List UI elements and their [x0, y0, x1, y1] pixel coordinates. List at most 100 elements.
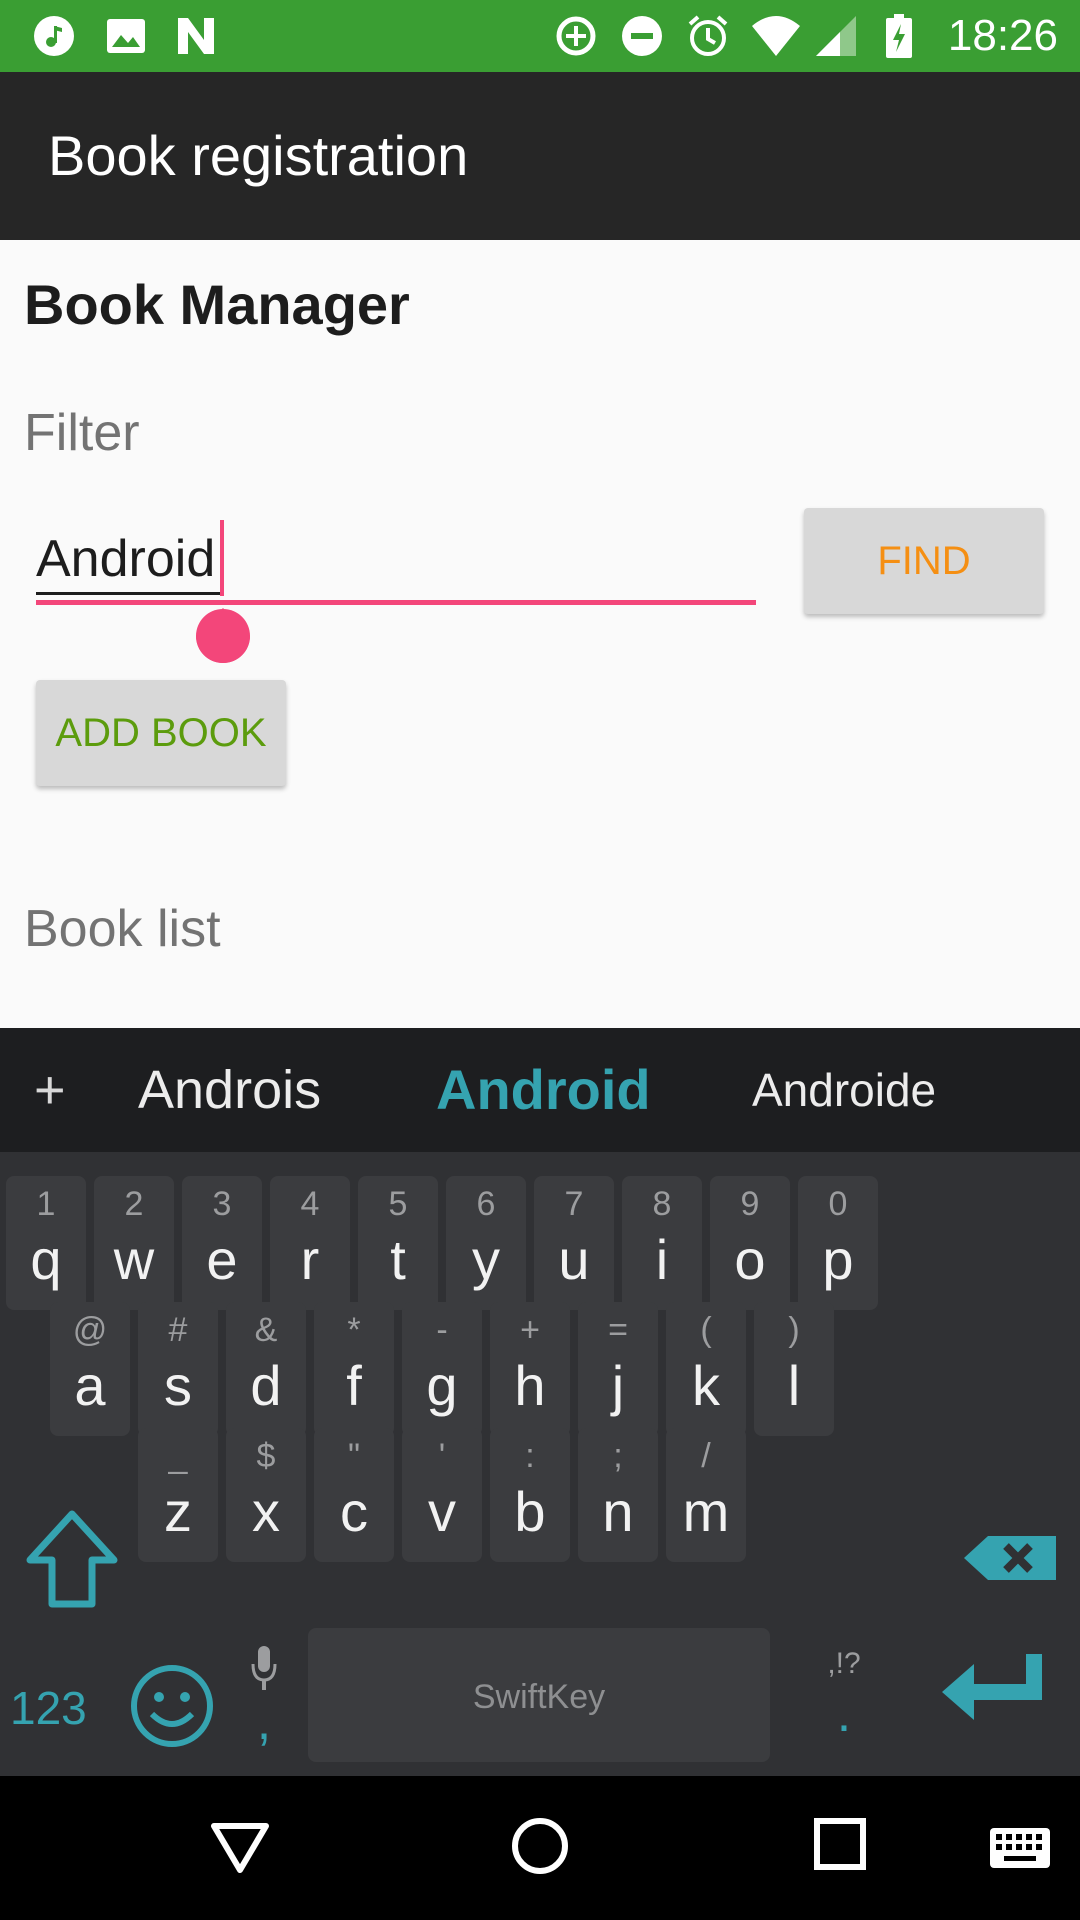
swiftkey-logo: SwiftKey: [472, 1678, 606, 1716]
key-primary-label: s: [164, 1354, 192, 1417]
key-v[interactable]: ' v: [402, 1428, 482, 1562]
music-note-icon: [34, 16, 74, 56]
key-secondary-label: #: [168, 1311, 188, 1349]
key-h[interactable]: + h: [490, 1302, 570, 1436]
key-secondary-label: (: [700, 1311, 712, 1349]
key-secondary-label: 9: [740, 1185, 760, 1223]
key-primary-label: z: [164, 1480, 192, 1543]
key-u[interactable]: 7u: [534, 1176, 614, 1310]
key-primary-label: d: [250, 1354, 282, 1417]
key-secondary-label: ': [438, 1437, 446, 1475]
key-secondary-label: /: [701, 1437, 711, 1475]
key-secondary-label: ): [788, 1311, 800, 1349]
comma-key[interactable]: ,: [236, 1644, 292, 1774]
key-secondary-label: *: [347, 1311, 361, 1349]
home-icon[interactable]: [510, 1816, 570, 1876]
key-n[interactable]: ; n: [578, 1428, 658, 1562]
filter-input-text: Android: [36, 530, 216, 588]
key-secondary-label: -: [436, 1311, 448, 1349]
do-not-disturb-icon: [622, 16, 662, 56]
key-b[interactable]: :b: [490, 1428, 570, 1562]
key-primary-label: w: [113, 1228, 155, 1291]
key-secondary-label: 0: [828, 1185, 848, 1223]
book-list-label: Book list: [24, 900, 221, 958]
key-o[interactable]: 9o: [710, 1176, 790, 1310]
key-primary-label: n: [602, 1480, 634, 1543]
backspace-key[interactable]: [960, 1508, 1060, 1612]
key-l[interactable]: ) l: [754, 1302, 834, 1436]
key-secondary-label: ": [347, 1437, 361, 1475]
status-bar: 18:26: [0, 0, 1080, 72]
comma-label: ,: [256, 1693, 272, 1751]
filter-input[interactable]: Android: [36, 520, 756, 610]
keyboard-switch-icon[interactable]: [988, 1826, 1052, 1870]
key-k[interactable]: (k: [666, 1302, 746, 1436]
key-secondary-label: 8: [652, 1185, 672, 1223]
key-primary-label: p: [822, 1228, 854, 1291]
page-heading: Book Manager: [24, 273, 410, 336]
key-d[interactable]: & d: [226, 1302, 306, 1436]
suggestion-left[interactable]: Androis: [138, 1052, 321, 1128]
space-key[interactable]: SwiftKey: [308, 1628, 770, 1762]
suggestion-right[interactable]: Androide: [752, 1052, 936, 1128]
suggestion-add-button[interactable]: +: [34, 1052, 66, 1128]
key-primary-label: t: [390, 1228, 406, 1291]
key-primary-label: h: [514, 1354, 546, 1417]
key-t[interactable]: 5t: [358, 1176, 438, 1310]
back-icon[interactable]: [210, 1816, 270, 1876]
shift-key[interactable]: [22, 1504, 122, 1624]
key-primary-label: m: [682, 1480, 730, 1543]
numbers-key[interactable]: 123: [10, 1668, 87, 1748]
composing-underline: [36, 592, 222, 595]
key-r[interactable]: 4r: [270, 1176, 350, 1310]
recents-icon[interactable]: [814, 1818, 866, 1870]
key-g[interactable]: -g: [402, 1302, 482, 1436]
key-f[interactable]: * f: [314, 1302, 394, 1436]
key-a[interactable]: @ a: [50, 1302, 130, 1436]
emoji-icon[interactable]: [128, 1662, 216, 1750]
period-label: .: [836, 1685, 852, 1743]
key-primary-label: e: [206, 1228, 238, 1291]
key-z[interactable]: _ z: [138, 1428, 218, 1562]
cursor-handle[interactable]: [192, 596, 254, 664]
key-i[interactable]: 8i: [622, 1176, 702, 1310]
key-secondary-label: 6: [476, 1185, 496, 1223]
data-saver-icon: [556, 16, 596, 56]
key-w[interactable]: 2w: [94, 1176, 174, 1310]
toolbar-title: Book registration: [48, 124, 469, 187]
key-secondary-label: @: [72, 1311, 108, 1349]
battery-charging-icon: [886, 14, 912, 58]
suggestion-center[interactable]: Android: [436, 1052, 651, 1128]
key-q[interactable]: 1q: [6, 1176, 86, 1310]
key-primary-label: f: [346, 1354, 362, 1417]
key-y[interactable]: 6y: [446, 1176, 526, 1310]
key-e[interactable]: 3e: [182, 1176, 262, 1310]
key-primary-label: q: [30, 1228, 62, 1291]
key-primary-label: r: [300, 1228, 320, 1291]
add-book-button[interactable]: ADD BOOK: [36, 680, 286, 786]
key-secondary-label: 5: [388, 1185, 408, 1223]
wifi-icon: [752, 16, 800, 56]
punctuation-hint: ,!?: [827, 1647, 861, 1680]
enter-key[interactable]: [938, 1654, 1050, 1730]
status-clock: 18:26: [947, 11, 1058, 60]
key-secondary-label: =: [608, 1311, 628, 1349]
key-primary-label: k: [692, 1354, 720, 1417]
key-secondary-label: +: [520, 1311, 540, 1349]
key-s[interactable]: # s: [138, 1302, 218, 1436]
find-button[interactable]: FIND: [804, 508, 1044, 614]
key-primary-label: i: [655, 1228, 669, 1291]
key-primary-label: u: [558, 1228, 590, 1291]
key-primary-label: y: [472, 1228, 500, 1291]
key-primary-label: x: [252, 1480, 280, 1543]
key-p[interactable]: 0p: [798, 1176, 878, 1310]
key-x[interactable]: $ x: [226, 1428, 306, 1562]
key-m[interactable]: / m: [666, 1428, 746, 1562]
key-c[interactable]: " c: [314, 1428, 394, 1562]
key-secondary-label: 1: [36, 1185, 56, 1223]
period-key[interactable]: ,!? .: [814, 1644, 874, 1764]
text-cursor: [220, 520, 224, 596]
key-j[interactable]: = j: [578, 1302, 658, 1436]
input-underline: [36, 600, 756, 605]
key-primary-label: o: [734, 1228, 766, 1291]
